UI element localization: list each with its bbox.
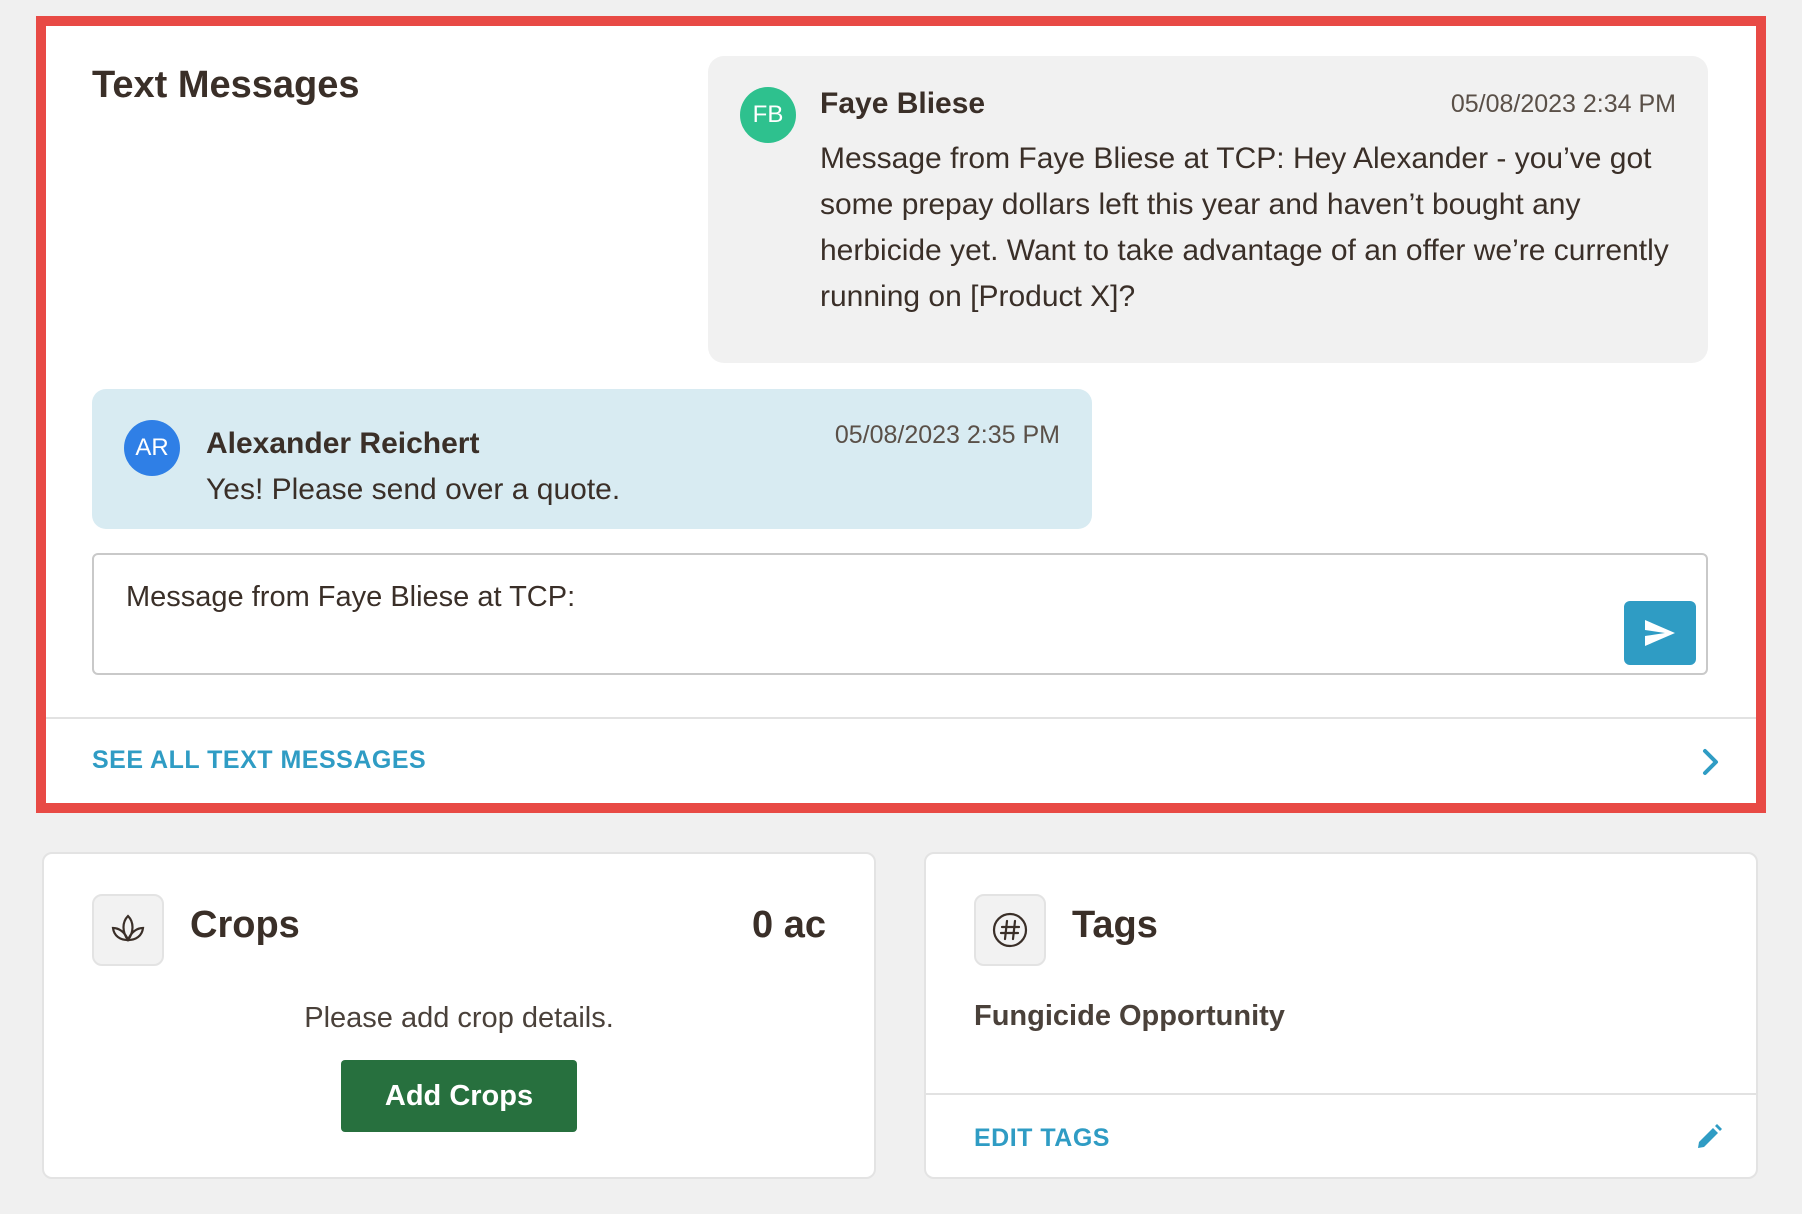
crops-title: Crops: [190, 904, 300, 946]
message-body: Yes! Please send over a quote.: [206, 473, 621, 506]
message-timestamp: 05/08/2023 2:34 PM: [1450, 90, 1676, 118]
message-timestamp: 05/08/2023 2:35 PM: [834, 421, 1060, 449]
divider: [926, 1093, 1756, 1095]
crops-total-acres: 0 ac: [752, 904, 826, 946]
hashtag-icon: [992, 912, 1028, 948]
crops-card: Crops 0 ac Please add crop details. Add …: [42, 852, 876, 1179]
sprout-icon: [111, 914, 145, 942]
message-bubble: FB Faye Bliese 05/08/2023 2:34 PM Messag…: [708, 56, 1708, 363]
add-crops-button[interactable]: Add Crops: [341, 1060, 577, 1132]
message-sender: Alexander Reichert: [206, 427, 480, 460]
text-messages-title: Text Messages: [92, 64, 360, 106]
see-all-text-messages-link[interactable]: SEE ALL TEXT MESSAGES: [92, 746, 426, 775]
avatar: FB: [740, 87, 796, 143]
message-bubble: AR Alexander Reichert 05/08/2023 2:35 PM…: [92, 389, 1092, 529]
send-icon: [1645, 620, 1675, 646]
divider: [46, 717, 1756, 719]
message-input[interactable]: [126, 581, 1526, 614]
chevron-right-icon[interactable]: [1702, 748, 1720, 781]
tags-icon-box: [974, 894, 1046, 966]
crops-empty-message: Please add crop details.: [304, 1002, 614, 1034]
tags-title: Tags: [1072, 904, 1158, 946]
tags-card: Tags Fungicide Opportunity EDIT TAGS: [924, 852, 1758, 1179]
pencil-icon[interactable]: [1694, 1122, 1724, 1157]
message-composer: [92, 553, 1708, 675]
avatar: AR: [124, 420, 180, 476]
message-sender: Faye Bliese: [820, 87, 986, 120]
crops-icon-box: [92, 894, 164, 966]
text-messages-card: Text Messages FB Faye Bliese 05/08/2023 …: [46, 26, 1756, 803]
tag-item: Fungicide Opportunity: [974, 1000, 1285, 1032]
message-body: Message from Faye Bliese at TCP: Hey Ale…: [820, 142, 1669, 313]
send-button[interactable]: [1624, 601, 1696, 665]
edit-tags-link[interactable]: EDIT TAGS: [974, 1124, 1110, 1153]
